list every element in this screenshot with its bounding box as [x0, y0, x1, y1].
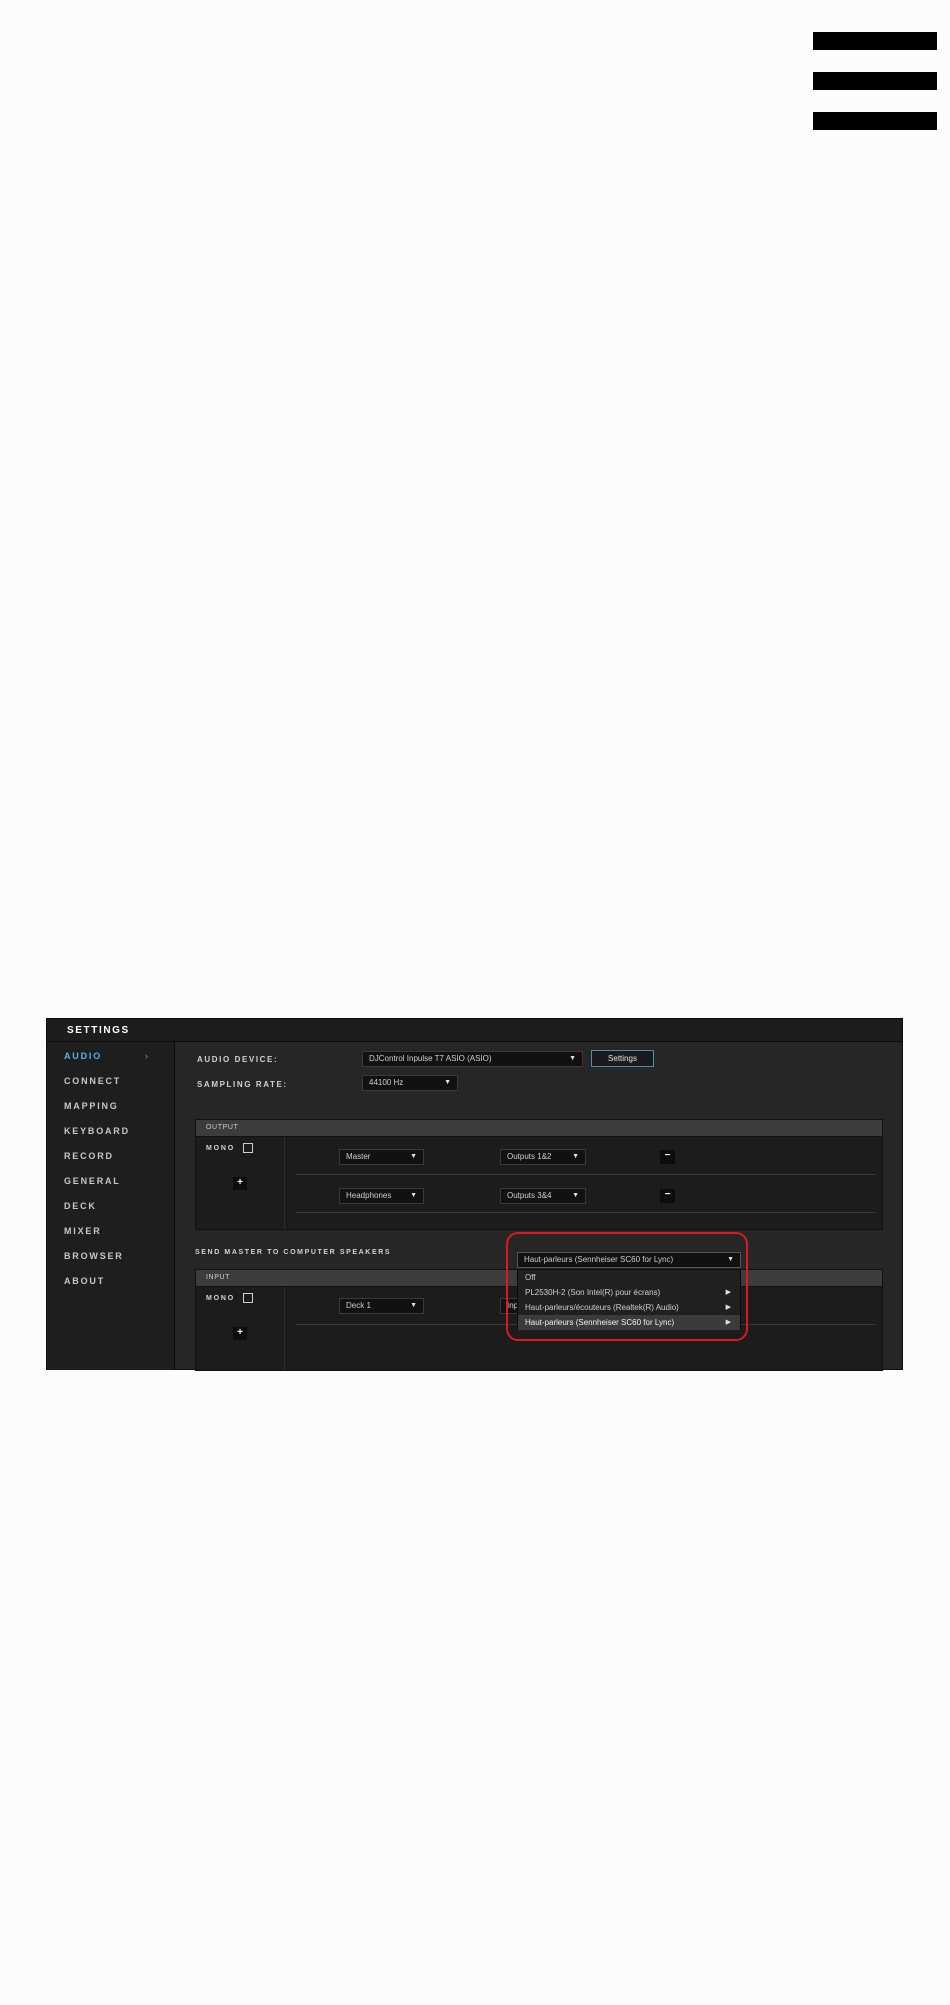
sidebar-item-connect[interactable]: CONNECT [64, 1076, 121, 1086]
output-mono-checkbox[interactable] [243, 1143, 253, 1153]
sidebar-item-record[interactable]: RECORD [64, 1151, 114, 1161]
hamburger-bar [813, 112, 937, 130]
output-source-value: Master [346, 1152, 371, 1161]
output-destination-value: Outputs 3&4 [507, 1191, 552, 1200]
sidebar-item-mixer[interactable]: MIXER [64, 1226, 102, 1236]
hamburger-bar [813, 32, 937, 50]
output-section-header: OUTPUT [195, 1119, 883, 1137]
audio-device-value: DJControl Inpulse T7 ASIO (ASIO) [369, 1054, 492, 1063]
row-divider [296, 1212, 876, 1213]
sidebar-item-general[interactable]: GENERAL [64, 1176, 121, 1186]
settings-sidebar: AUDIO › CONNECT MAPPING KEYBOARD RECORD … [47, 1042, 175, 1370]
sidebar-item-deck[interactable]: DECK [64, 1201, 97, 1211]
add-input-button[interactable]: + [233, 1327, 247, 1340]
sidebar-item-audio[interactable]: AUDIO [64, 1051, 102, 1061]
audio-device-label: AUDIO DEVICE: [197, 1055, 279, 1064]
output-header-label: OUTPUT [206, 1124, 239, 1131]
input-mono-label: MONO [206, 1295, 235, 1302]
caret-down-icon: ▼ [410, 1153, 417, 1160]
active-arrow-icon: › [145, 1051, 148, 1061]
input-source-value: Deck 1 [346, 1301, 371, 1310]
input-mono-checkbox[interactable] [243, 1293, 253, 1303]
add-output-button[interactable]: + [233, 1177, 247, 1190]
sidebar-item-mapping[interactable]: MAPPING [64, 1101, 119, 1111]
input-header-label: INPUT [206, 1274, 230, 1281]
output-source-select[interactable]: Headphones ▼ [339, 1188, 424, 1204]
send-master-label: SEND MASTER TO COMPUTER SPEAKERS [195, 1249, 392, 1256]
sampling-rate-label: SAMPLING RATE: [197, 1080, 288, 1089]
section-divider [284, 1137, 285, 1229]
output-source-value: Headphones [346, 1191, 392, 1200]
caret-down-icon: ▼ [410, 1302, 417, 1309]
audio-settings-button[interactable]: Settings [591, 1050, 654, 1067]
hamburger-menu-icon[interactable] [813, 32, 937, 134]
caret-down-icon: ▼ [444, 1079, 451, 1086]
output-source-select[interactable]: Master ▼ [339, 1149, 424, 1165]
hamburger-bar [813, 72, 937, 90]
output-destination-value: Outputs 1&2 [507, 1152, 552, 1161]
sidebar-item-browser[interactable]: BROWSER [64, 1251, 124, 1261]
output-mono-label: MONO [206, 1145, 235, 1152]
highlight-annotation [506, 1232, 748, 1341]
sidebar-item-about[interactable]: ABOUT [64, 1276, 105, 1286]
settings-panel: SETTINGS AUDIO › CONNECT MAPPING KEYBOAR… [46, 1018, 903, 1371]
remove-output-button[interactable]: − [660, 1189, 675, 1203]
sidebar-item-keyboard[interactable]: KEYBOARD [64, 1126, 130, 1136]
caret-down-icon: ▼ [410, 1192, 417, 1199]
output-section: MONO + Master ▼ Outputs 1&2 ▼ − Headphon… [195, 1137, 883, 1230]
audio-device-select[interactable]: DJControl Inpulse T7 ASIO (ASIO) ▼ [362, 1051, 583, 1067]
settings-header: SETTINGS [47, 1019, 902, 1042]
row-divider [296, 1174, 876, 1175]
output-destination-select[interactable]: Outputs 1&2 ▼ [500, 1149, 586, 1165]
remove-output-button[interactable]: − [660, 1150, 675, 1164]
settings-title: SETTINGS [67, 1025, 130, 1036]
caret-down-icon: ▼ [569, 1055, 576, 1062]
section-divider [284, 1287, 285, 1370]
output-destination-select[interactable]: Outputs 3&4 ▼ [500, 1188, 586, 1204]
input-source-select[interactable]: Deck 1 ▼ [339, 1298, 424, 1314]
sampling-rate-select[interactable]: 44100 Hz ▼ [362, 1075, 458, 1091]
caret-down-icon: ▼ [572, 1192, 579, 1199]
sampling-rate-value: 44100 Hz [369, 1078, 404, 1087]
caret-down-icon: ▼ [572, 1153, 579, 1160]
